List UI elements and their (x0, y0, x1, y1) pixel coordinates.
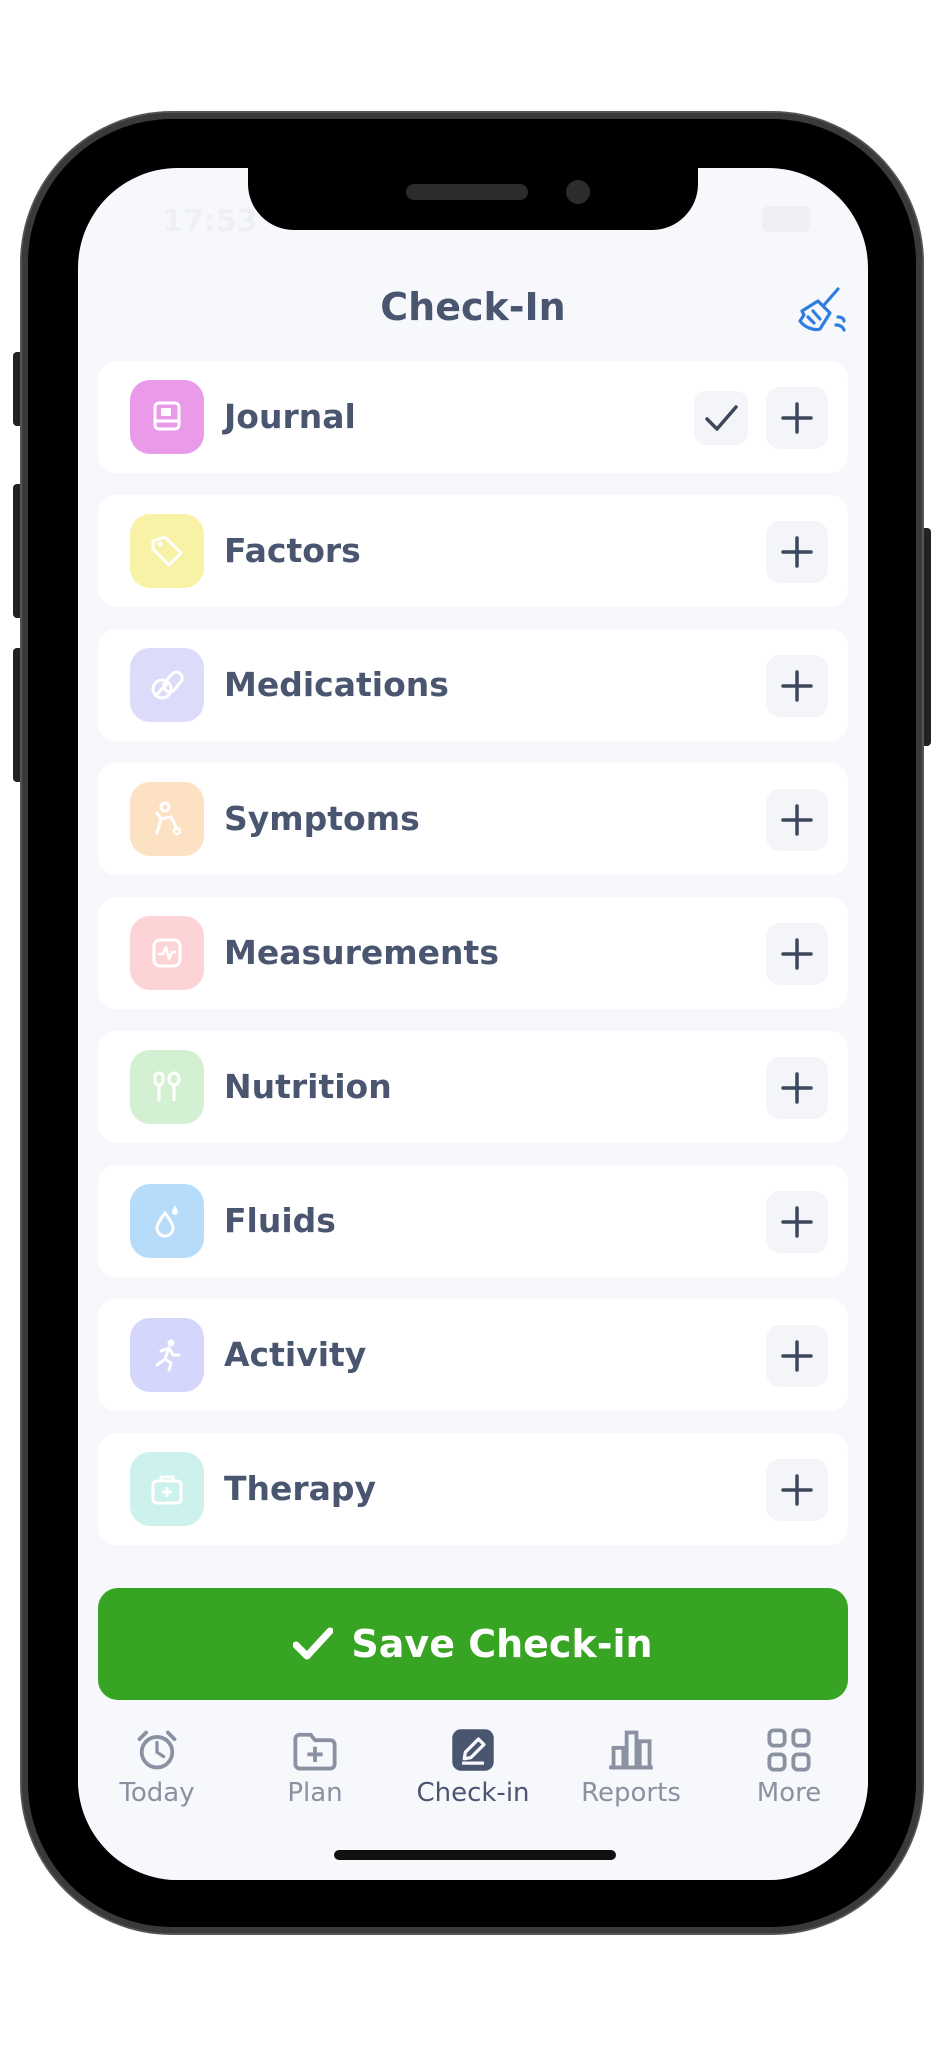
notch (248, 168, 698, 230)
plus-icon (781, 1340, 813, 1372)
page-title: Check-In (380, 285, 566, 329)
tab-label: More (756, 1778, 822, 1808)
save-checkin-button[interactable]: Save Check-in (98, 1588, 848, 1700)
plus-icon (781, 1072, 813, 1104)
power-button (921, 528, 931, 746)
app-screen: 17:53 Check-In Journal Factors Medications… (78, 168, 868, 1880)
edit-icon (452, 1729, 494, 1771)
list-item-label: Fluids (224, 1201, 336, 1240)
tab-label: Reports (581, 1778, 681, 1808)
list-item-label: Nutrition (224, 1067, 392, 1106)
status-time: 17:53 (162, 204, 258, 239)
grid-icon (767, 1728, 811, 1772)
home-indicator[interactable] (334, 1850, 616, 1860)
broom-icon[interactable] (794, 283, 850, 339)
plus-icon (781, 536, 813, 568)
plus-icon (781, 938, 813, 970)
battery-icon (762, 206, 810, 232)
list-item-fluids[interactable]: Fluids (98, 1165, 848, 1277)
plus-icon (781, 804, 813, 836)
plus-icon (781, 402, 813, 434)
list-item-therapy[interactable]: Therapy (98, 1433, 848, 1545)
checkin-category-list: Journal Factors Medications Symptoms Measure… (98, 361, 848, 1567)
list-item-label: Symptoms (224, 799, 420, 838)
tab-check-in[interactable]: Check-in (394, 1726, 552, 1808)
list-item-nutrition[interactable]: Nutrition (98, 1031, 848, 1143)
add-fluids-button[interactable] (766, 1191, 828, 1253)
list-item-label: Therapy (224, 1469, 377, 1508)
list-item-activity[interactable]: Activity (98, 1299, 848, 1411)
list-item-label: Medications (224, 665, 449, 704)
checkmark-icon[interactable] (694, 391, 748, 445)
pulse-icon (130, 916, 204, 990)
add-medications-button[interactable] (766, 655, 828, 717)
add-measurements-button[interactable] (766, 923, 828, 985)
list-item-label: Journal (224, 397, 356, 436)
list-item-label: Measurements (224, 933, 499, 972)
tab-label: Today (119, 1778, 195, 1808)
utensils-icon (130, 1050, 204, 1124)
tab-label: Check-in (416, 1778, 530, 1808)
checkmark-icon (293, 1627, 334, 1660)
save-button-label: Save Check-in (351, 1622, 653, 1666)
speaker (406, 184, 528, 200)
journal-icon (130, 380, 204, 454)
list-item-label: Factors (224, 531, 361, 570)
tab-reports[interactable]: Reports (552, 1726, 710, 1808)
tab-label: Plan (287, 1778, 343, 1808)
tab-more[interactable]: More (710, 1726, 868, 1808)
list-item-medications[interactable]: Medications (98, 629, 848, 741)
drop-icon (130, 1184, 204, 1258)
plus-icon (781, 1474, 813, 1506)
add-nutrition-button[interactable] (766, 1057, 828, 1119)
add-symptoms-button[interactable] (766, 789, 828, 851)
bar-chart-icon (609, 1730, 653, 1770)
pill-icon (130, 648, 204, 722)
tab-plan[interactable]: Plan (236, 1726, 394, 1808)
list-item-journal[interactable]: Journal (98, 361, 848, 473)
list-item-label: Activity (224, 1335, 367, 1374)
alarm-clock-icon (137, 1730, 177, 1770)
camera (566, 180, 590, 204)
plus-icon (781, 1206, 813, 1238)
folder-plus-icon (293, 1732, 337, 1771)
add-activity-button[interactable] (766, 1325, 828, 1387)
plus-icon (781, 670, 813, 702)
add-journal-button[interactable] (766, 387, 828, 449)
list-item-symptoms[interactable]: Symptoms (98, 763, 848, 875)
list-item-measurements[interactable]: Measurements (98, 897, 848, 1009)
body-icon (130, 782, 204, 856)
medkit-icon (130, 1452, 204, 1526)
list-item-factors[interactable]: Factors (98, 495, 848, 607)
add-factors-button[interactable] (766, 521, 828, 583)
tag-icon (130, 514, 204, 588)
add-therapy-button[interactable] (766, 1459, 828, 1521)
run-icon (130, 1318, 204, 1392)
tab-today[interactable]: Today (78, 1726, 236, 1808)
